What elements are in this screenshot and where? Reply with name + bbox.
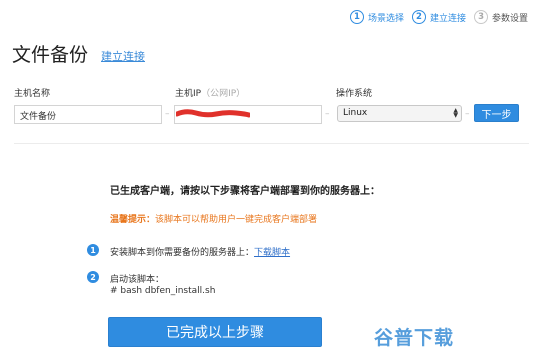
start-script-text: 启动该脚本： [110,275,165,285]
redaction-mark [176,109,250,118]
select-arrows-icon: ▲ ▼ [453,107,458,119]
step-number-3: 3 [474,10,489,24]
steps-done-button[interactable]: 已完成以上步骤 [108,317,322,347]
step-number-1: 1 [350,10,364,24]
separator-dash-3: – [465,109,470,119]
step-circle-1: 1 [87,244,99,256]
progress-stepper: 1 场景选择 2 建立连接 3 参数设置 [350,10,536,24]
host-name-label: 主机名称 [14,89,51,99]
host-ip-hint: （公网IP） [201,89,246,99]
install-step-text: 安装脚本到你需要备份的服务器上： [110,248,255,258]
step-label-2: 建立连接 [430,13,467,24]
host-name-input[interactable]: 文件备份 [14,105,162,124]
next-step-button[interactable]: 下一步 [474,104,519,122]
section-divider [14,143,529,144]
os-label: 操作系统 [336,89,373,99]
warning-tip: 温馨提示：该脚本可以帮助用户一键完成客户端部署 [110,212,317,225]
script-command: # bash dbfen_install.sh [110,286,216,296]
step-label-1: 场景选择 [368,13,405,24]
connect-link[interactable]: 建立连接 [101,48,145,64]
install-step: 安装脚本到你需要备份的服务器上：下载脚本 [110,245,290,258]
step-number-2: 2 [412,10,427,24]
instructions-heading: 已生成客户端，请按以下步骤将客户端部署到你的服务器上： [110,186,380,197]
step-connect[interactable]: 2 建立连接 [412,10,466,24]
step-scene-select[interactable]: 1 场景选择 [350,10,404,24]
os-select-value: Linux [343,108,368,118]
warning-tip-title: 温馨提示： [110,215,156,225]
watermark-logo: 谷普下载 [374,327,455,349]
page-title: 文件备份 [12,44,89,66]
step-params[interactable]: 3 参数设置 [474,10,528,24]
step-label-3: 参数设置 [492,13,529,24]
step-circle-2: 2 [87,271,99,283]
warning-tip-text: 该脚本可以帮助用户一键完成客户端部署 [155,215,318,225]
separator-dash-1: – [165,109,170,119]
separator-dash-2: – [325,109,330,119]
download-script-link[interactable]: 下载脚本 [254,248,290,258]
os-select[interactable]: Linux ▲ ▼ [337,105,462,122]
host-ip-label: 主机IP（公网IP） [175,86,245,99]
host-ip-label-text: 主机IP [175,89,202,99]
